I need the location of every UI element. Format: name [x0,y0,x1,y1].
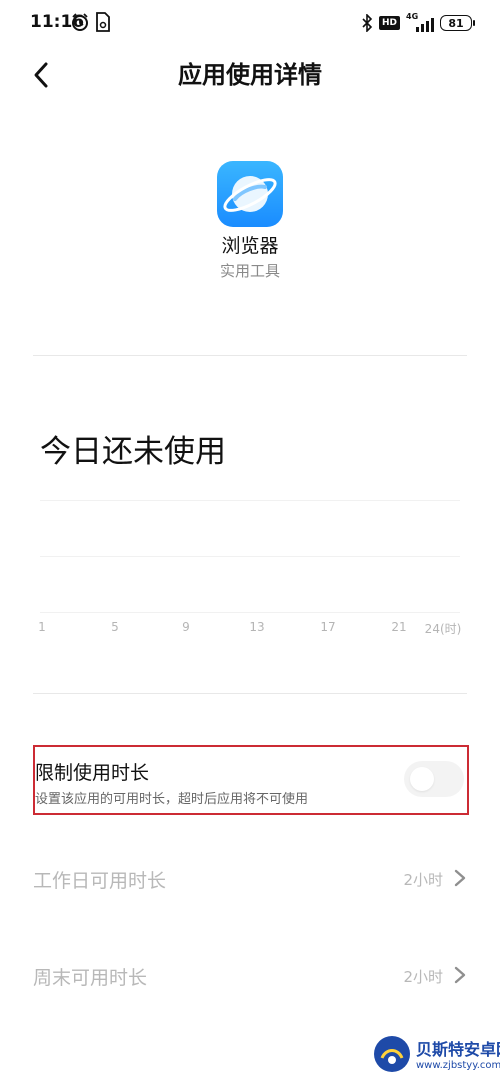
divider [33,693,467,694]
watermark-logo-icon [374,1036,410,1072]
chevron-right-icon [454,869,466,887]
hd-badge: HD [378,16,400,30]
chevron-right-icon [454,966,466,984]
page-title: 应用使用详情 [178,61,322,89]
battery-level: 81 [448,16,464,30]
weekday-limit-row[interactable]: 工作日可用时长 2小时 [33,858,467,898]
weekend-limit-row[interactable]: 周末可用时长 2小时 [33,955,467,995]
site-watermark: 贝斯特安卓网 www.zjbstyy.com [372,1030,500,1080]
axis-tick: 21 [391,620,407,634]
network-type: 4G [406,12,419,21]
weekend-limit-value: 2小时 [403,968,443,986]
limit-usage-description: 设置该应用的可用时长，超时后应用将不可使用 [35,792,309,807]
axis-tick: 9 [182,620,190,634]
axis-tick: 24(时) [424,622,462,636]
chart-gridline [40,500,460,501]
alarm-clock-icon [72,13,88,31]
limit-usage-toggle[interactable] [404,761,464,797]
app-category: 实用工具 [219,262,280,280]
axis-tick: 5 [111,620,119,634]
back-arrow-icon[interactable] [26,58,60,92]
axis-tick: 13 [249,620,265,634]
weekday-limit-value: 2小时 [403,871,443,889]
app-name: 浏览器 [221,235,279,257]
axis-tick: 1 [38,620,46,634]
usage-status-title: 今日还未使用 [40,434,226,470]
weekend-limit-label: 周末可用时长 [33,967,148,989]
signal-icon: 4G [406,12,434,32]
axis-tick: 17 [320,620,336,634]
battery-icon: 81 [440,15,475,31]
browser-planet-icon [217,161,283,227]
hour-axis: 1 5 9 13 17 21 24(时) [0,620,500,638]
divider [33,355,467,356]
watermark-title: 贝斯特安卓网 [416,1040,500,1059]
chart-gridline [40,556,460,557]
watermark-url: www.zjbstyy.com [416,1060,500,1071]
toggle-knob [410,767,434,791]
limit-usage-title: 限制使用时长 [35,762,150,784]
chart-gridline [40,612,460,613]
status-bar: 11:16 HD 4G 81 [0,0,500,46]
bluetooth-icon [362,14,373,32]
weekday-limit-label: 工作日可用时长 [33,870,167,892]
file-icon [96,12,110,32]
